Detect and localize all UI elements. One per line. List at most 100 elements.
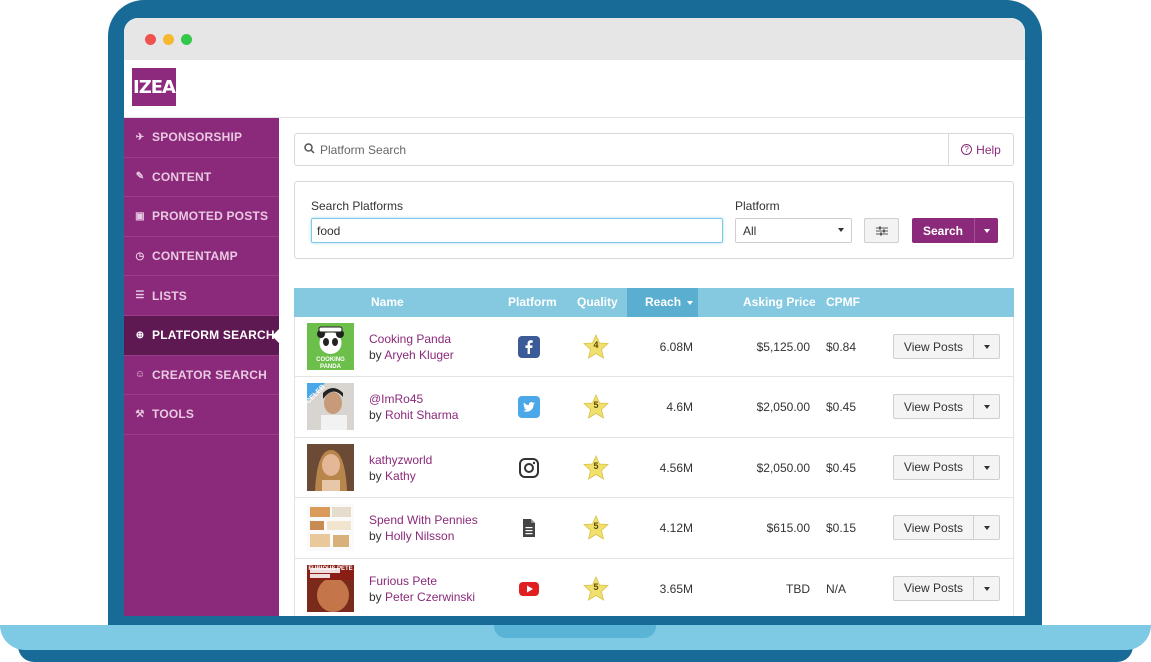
sidebar-item-contentamp[interactable]: ◷ CONTENTAMP xyxy=(124,237,279,277)
facebook-icon xyxy=(518,336,540,358)
view-posts-button[interactable]: View Posts xyxy=(893,334,974,359)
close-window-button[interactable] xyxy=(145,34,156,45)
creator-byline: by Rohit Sharma xyxy=(369,407,458,423)
chevron-down-icon xyxy=(984,229,990,233)
column-header-name[interactable]: Name xyxy=(371,288,404,317)
channel-handle-link[interactable]: Spend With Pennies xyxy=(369,512,478,528)
sidebar-item-label: LISTS xyxy=(152,288,188,303)
sidebar-item-label: SPONSORSHIP xyxy=(152,130,243,145)
table-row[interactable]: kathyzworld by Kathy 5 4.56M $2,050.00 $0.45 V… xyxy=(294,437,1014,499)
quality-score: 5 xyxy=(593,581,599,592)
maximize-window-button[interactable] xyxy=(181,34,192,45)
table-header: Name Platform Quality Reach Asking Price… xyxy=(294,288,1014,317)
asking-price-value: $5,125.00 xyxy=(756,340,810,354)
megaphone-icon: ✈ xyxy=(135,131,145,143)
browser-chrome xyxy=(124,18,1025,60)
sidebar-item-content[interactable]: ✎ CONTENT xyxy=(124,158,279,198)
filter-settings-button[interactable] xyxy=(864,218,899,243)
quality-score: 5 xyxy=(593,400,599,411)
search-panel: Search Platforms Platform food All Searc… xyxy=(294,181,1014,259)
reach-value: 4.56M xyxy=(659,460,693,475)
view-posts-dropdown[interactable] xyxy=(973,575,1000,601)
channel-handle-link[interactable]: @ImRo45 xyxy=(369,391,458,407)
izea-logo[interactable]: IZEA xyxy=(132,68,176,106)
view-posts-button[interactable]: View Posts xyxy=(893,454,974,480)
quality-star-badge: 5 xyxy=(582,575,610,603)
sidebar-item-label: PROMOTED POSTS xyxy=(152,209,269,224)
creator-name-link[interactable]: Holly Nilsson xyxy=(385,529,454,543)
column-header-quality[interactable]: Quality xyxy=(577,288,618,317)
chevron-down-icon xyxy=(984,526,990,531)
sidebar-item-tools[interactable]: ⚒ TOOLS xyxy=(124,395,279,435)
question-icon: ? xyxy=(961,144,973,155)
creator-byline: by Holly Nilsson xyxy=(369,528,478,544)
channel-handle-link[interactable]: Cooking Panda xyxy=(369,331,454,347)
cpmf-value: $0.84 xyxy=(826,340,857,354)
youtube-icon xyxy=(518,578,540,600)
reach-value: 6.08M xyxy=(659,340,693,354)
view-posts-dropdown[interactable] xyxy=(973,454,1000,480)
table-row[interactable]: Furious Pete by Peter Czerwinski 5 3.65M TBD… xyxy=(294,558,1014,616)
creator-thumbnail[interactable] xyxy=(307,504,354,552)
sliders-icon xyxy=(875,226,888,235)
channel-handle-link[interactable]: kathyzworld xyxy=(369,452,432,468)
column-header-cpmf[interactable]: CPMF xyxy=(826,288,860,317)
chevron-down-icon xyxy=(838,228,844,232)
sidebar-item-label: TOOLS xyxy=(152,407,195,422)
search-platforms-input[interactable]: food xyxy=(311,218,723,243)
creator-name-link[interactable]: Rohit Sharma xyxy=(385,408,458,422)
search-button[interactable]: Search xyxy=(912,218,974,243)
column-header-reach[interactable]: Reach xyxy=(627,288,698,317)
creator-thumbnail[interactable] xyxy=(307,443,354,491)
view-posts-button[interactable]: View Posts xyxy=(893,515,974,541)
help-button[interactable]: ? Help xyxy=(948,134,1013,165)
list-icon: ☰ xyxy=(135,290,145,302)
laptop-notch xyxy=(494,625,656,638)
view-posts-dropdown[interactable] xyxy=(973,515,1000,541)
search-platforms-label: Search Platforms xyxy=(311,199,404,213)
table-row[interactable]: Cooking Panda by Aryeh Kluger 4 6.08M $5,125… xyxy=(294,317,1014,378)
platform-select[interactable]: All xyxy=(735,218,852,243)
view-posts-button[interactable]: View Posts xyxy=(893,575,974,601)
platform-search-input[interactable]: Platform Search ? Help xyxy=(294,133,1014,166)
sidebar-item-promoted-posts[interactable]: ▣ PROMOTED POSTS xyxy=(124,197,279,237)
sidebar-item-sponsorship[interactable]: ✈ SPONSORSHIP xyxy=(124,118,279,158)
screen: IZEA ✈ SPONSORSHIP ✎ CONTENT ▣ PROMOTED POSTS… xyxy=(124,18,1025,616)
app-header: IZEA xyxy=(124,60,1025,118)
asking-price-value: $615.00 xyxy=(766,521,810,536)
quality-score: 5 xyxy=(593,521,599,532)
platform-label: Platform xyxy=(735,199,780,213)
results-table: Name Platform Quality Reach Asking Price… xyxy=(294,288,1014,616)
sidebar-item-lists[interactable]: ☰ LISTS xyxy=(124,276,279,316)
reach-value: 4.12M xyxy=(659,521,693,536)
creator-name-link[interactable]: Kathy xyxy=(385,469,416,483)
column-header-platform[interactable]: Platform xyxy=(508,288,557,317)
view-posts-dropdown[interactable] xyxy=(973,394,1000,420)
minimize-window-button[interactable] xyxy=(163,34,174,45)
sidebar-item-platform-search[interactable]: ⊕ PLATFORM SEARCH xyxy=(124,315,280,356)
by-label: by xyxy=(369,589,382,604)
thumbnail-caption: FURIOUS PETE xyxy=(308,565,353,572)
chevron-down-icon xyxy=(984,345,990,349)
table-row[interactable]: @ImRo45 by Rohit Sharma 5 4.6M $2,050.00 $0.4… xyxy=(294,377,1014,438)
search-options-dropdown[interactable] xyxy=(974,218,998,243)
view-posts-button[interactable]: View Posts xyxy=(893,394,974,420)
column-header-asking-price[interactable]: Asking Price xyxy=(743,288,816,317)
table-row[interactable]: Spend With Pennies by Holly Nilsson 5 4.12M… xyxy=(294,498,1014,559)
cpmf-value: N/A xyxy=(826,581,847,596)
quality-star-badge: 4 xyxy=(582,333,610,361)
name-cell: Furious Pete by Peter Czerwinski xyxy=(369,573,475,605)
by-label: by xyxy=(369,348,382,362)
cpmf-value: $0.15 xyxy=(826,521,857,536)
view-posts-dropdown[interactable] xyxy=(973,334,1000,359)
channel-handle-link[interactable]: Furious Pete xyxy=(369,573,475,589)
sidebar-item-creator-search[interactable]: ☺ CREATOR SEARCH xyxy=(124,356,279,396)
name-cell: @ImRo45 by Rohit Sharma xyxy=(369,391,458,423)
creator-name-link[interactable]: Aryeh Kluger xyxy=(384,348,453,362)
creator-name-link[interactable]: Peter Czerwinski xyxy=(385,590,475,604)
blog-icon xyxy=(518,517,540,539)
pencil-icon: ✎ xyxy=(135,171,145,183)
name-cell: Spend With Pennies by Holly Nilsson xyxy=(369,512,478,544)
user-search-icon: ☺ xyxy=(134,369,146,381)
sort-descending-icon xyxy=(687,300,694,305)
